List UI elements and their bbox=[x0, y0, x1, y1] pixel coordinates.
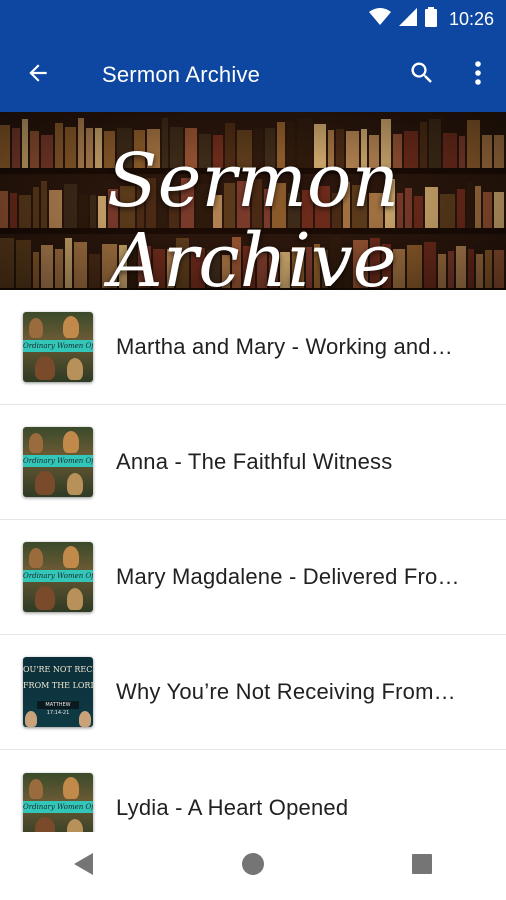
search-icon bbox=[408, 59, 436, 92]
sermon-title: Anna - The Faithful Witness bbox=[116, 449, 393, 474]
banner-title-line1: Sermon bbox=[106, 138, 400, 224]
app-bar: Sermon Archive bbox=[0, 38, 506, 112]
sermon-title: Why You’re Not Receiving From… bbox=[116, 679, 456, 704]
more-options-button[interactable] bbox=[454, 47, 502, 103]
sermon-thumbnail: Ordinary Women Of The bbox=[23, 312, 93, 382]
sermon-title: Martha and Mary - Working and… bbox=[116, 334, 453, 359]
status-time: 10:26 bbox=[448, 8, 494, 29]
system-nav-bar bbox=[0, 832, 506, 900]
square-recents-icon bbox=[411, 853, 433, 880]
list-item[interactable]: OU'RE NOT RECE FROM THE LORD MATTHEW 17:… bbox=[0, 635, 506, 750]
banner-title-line2: Archive bbox=[109, 218, 397, 290]
circle-home-icon bbox=[241, 852, 265, 881]
sermon-list: Ordinary Women Of The Martha and Mary - … bbox=[0, 290, 506, 865]
sermon-title: Mary Magdalene - Delivered Fro… bbox=[116, 564, 460, 589]
list-item[interactable]: Ordinary Women Of The Martha and Mary - … bbox=[0, 290, 506, 405]
search-button[interactable] bbox=[394, 47, 450, 103]
status-bar: 10:26 bbox=[0, 0, 506, 38]
list-item[interactable]: Ordinary Women Of The Mary Magdalene - D… bbox=[0, 520, 506, 635]
nav-recents-button[interactable] bbox=[392, 836, 452, 896]
sermon-thumbnail: Ordinary Women Of The bbox=[23, 542, 93, 612]
wifi-icon bbox=[368, 7, 391, 31]
triangle-back-icon bbox=[73, 852, 95, 881]
signal-icon bbox=[398, 7, 417, 31]
sermon-thumbnail: Ordinary Women Of The bbox=[23, 427, 93, 497]
nav-back-button[interactable] bbox=[54, 836, 114, 896]
battery-icon bbox=[424, 6, 437, 32]
sermon-thumbnail: OU'RE NOT RECE FROM THE LORD MATTHEW 17:… bbox=[23, 657, 93, 727]
back-button[interactable] bbox=[10, 47, 66, 103]
back-arrow-icon bbox=[25, 60, 51, 91]
sermon-archive-banner: Sermon Archive bbox=[0, 112, 506, 290]
sermon-title: Lydia - A Heart Opened bbox=[116, 794, 349, 820]
list-item[interactable]: Ordinary Women Of The Anna - The Faithfu… bbox=[0, 405, 506, 520]
page-title: Sermon Archive bbox=[102, 62, 261, 87]
more-vert-icon bbox=[474, 60, 482, 91]
nav-home-button[interactable] bbox=[223, 836, 283, 896]
